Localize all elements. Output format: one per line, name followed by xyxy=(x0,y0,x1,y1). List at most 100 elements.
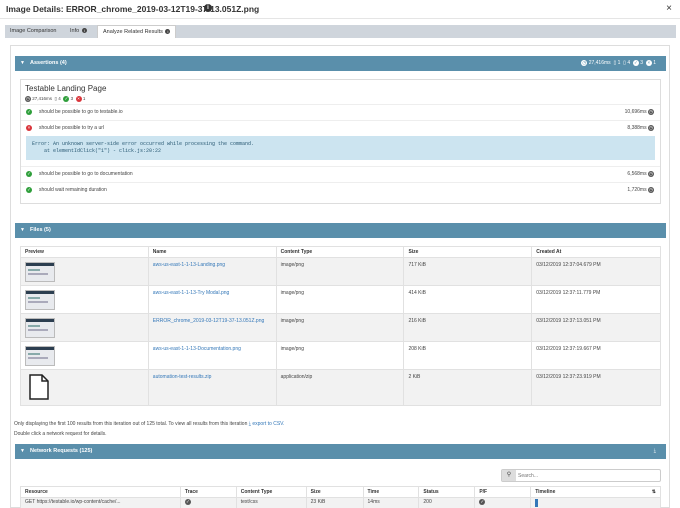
column-header[interactable]: Preview xyxy=(20,246,149,258)
timeline-cell xyxy=(530,497,661,508)
column-header[interactable]: Trace xyxy=(179,486,237,498)
column-header[interactable]: Content Type xyxy=(235,486,307,498)
duration-value: 10,696ms xyxy=(624,109,647,115)
column-header[interactable]: P/F xyxy=(474,486,532,498)
meta-duration: 27,416ms xyxy=(32,96,53,102)
error-line: Error: An unknown server-side error occu… xyxy=(32,141,255,147)
created-cell: 03/12/2019 12:37:19.667 PM xyxy=(531,341,661,370)
assertion-row[interactable]: ✓ should wait remaining duration 1,720ms… xyxy=(21,182,660,196)
time-cell: 14ms xyxy=(362,497,420,508)
file-link[interactable]: ERROR_chrome_2019-03-12T19-37-13.051Z.pn… xyxy=(153,318,264,324)
summary-duration: 27,416ms xyxy=(588,60,611,66)
file-link[interactable]: aws-us-east-1-1-13-Documentation.png xyxy=(153,346,241,352)
column-header[interactable]: Resource xyxy=(20,486,181,498)
close-icon[interactable]: × xyxy=(666,3,672,14)
assertion-text: should be possible to go to testable.io xyxy=(39,109,123,115)
download-icon[interactable]: ⤓ xyxy=(654,444,656,459)
meta-tests: 4 xyxy=(58,96,61,102)
table-row[interactable]: aws-us-east-1-1-13-Landing.png image/png… xyxy=(20,257,661,286)
clock-icon: ◷ xyxy=(648,108,654,115)
table-row[interactable]: aws-us-east-1-1-13-Try Modal.png image/p… xyxy=(20,285,661,314)
column-label: Timeline xyxy=(535,489,556,495)
section-title: Files (5) xyxy=(30,227,51,233)
screenshot-thumbnail[interactable] xyxy=(25,318,55,338)
assertion-duration: 8,388ms ◷ xyxy=(627,121,654,135)
assertions-section-header[interactable]: ▼ Assertions (4) ◷ 27,416ms ▯ 1 ▯ 4 ✓ 3 … xyxy=(15,56,666,71)
check-icon[interactable]: ✓ xyxy=(184,499,191,505)
table-row[interactable]: aws-us-east-1-1-13-Documentation.png ima… xyxy=(20,341,661,370)
clock-icon: ◷ xyxy=(648,186,654,193)
network-section-header[interactable]: ▼ Network Requests (125) ⤓ xyxy=(15,444,666,459)
file-link[interactable]: aws-us-east-1-1-13-Landing.png xyxy=(153,262,225,268)
error-line: at elementIdClick("1") - click.js:20:22 xyxy=(32,148,162,154)
check-icon: ✓ xyxy=(632,59,639,66)
section-title: Assertions (4) xyxy=(30,60,67,66)
files-section-header[interactable]: ▼ Files (5) xyxy=(15,223,666,238)
preview-cell xyxy=(20,257,149,286)
tab-info[interactable]: Info i xyxy=(65,25,92,38)
column-header[interactable]: Created At xyxy=(531,246,661,258)
tab-analyze-related-results[interactable]: Analyze Related Results i xyxy=(97,25,177,38)
preview-cell xyxy=(20,313,149,342)
column-header[interactable]: Size xyxy=(305,486,364,498)
file-icon[interactable] xyxy=(29,374,49,400)
info-icon[interactable]: i xyxy=(204,4,212,12)
screenshot-thumbnail[interactable] xyxy=(25,290,55,310)
search-input[interactable] xyxy=(518,471,658,480)
collapse-triangle-icon: ▼ xyxy=(20,227,25,233)
tab-image-comparison[interactable]: Image Comparison xyxy=(5,25,61,38)
files-table: Preview Name Content Type Size Created A… xyxy=(20,246,661,406)
assertion-duration: 1,720ms ◷ xyxy=(627,183,654,197)
column-header[interactable]: Size xyxy=(403,246,533,258)
network-search: ⚲ xyxy=(501,469,661,482)
size-cell: 414 KiB xyxy=(403,285,533,314)
size-cell: 2 KiB xyxy=(403,369,533,406)
summary-failed: 1 xyxy=(653,60,656,66)
column-header[interactable]: Time xyxy=(362,486,420,498)
clock-icon: ◷ xyxy=(648,170,654,177)
assertion-text: should wait remaining duration xyxy=(39,187,107,193)
duration-value: 8,388ms xyxy=(627,125,647,131)
content-type-cell: image/png xyxy=(275,341,405,370)
assertion-row[interactable]: × should be possible to try a url 8,388m… xyxy=(21,120,660,134)
export-csv-link[interactable]: ⤓ export to CSV. xyxy=(249,421,285,427)
assertions-summary: ◷ 27,416ms ▯ 1 ▯ 4 ✓ 3 × 1 xyxy=(581,56,656,71)
screenshot-thumbnail[interactable] xyxy=(25,262,55,282)
assertion-text: should be possible to go to documentatio… xyxy=(39,171,133,177)
search-icon[interactable]: ⚲ xyxy=(502,470,516,481)
card-meta: ◷ 27,416ms ▯ 4 ✓ 3 × 1 xyxy=(25,96,85,102)
double-click-note: Double click a network request for detai… xyxy=(14,431,107,437)
sort-icon[interactable]: ⇅ xyxy=(652,489,656,495)
created-cell: 03/12/2019 12:37:04.679 PM xyxy=(531,257,661,286)
duration-value: 6,568ms xyxy=(627,171,647,177)
check-icon: ✓ xyxy=(479,499,486,505)
file-link[interactable]: automation-test-results.zip xyxy=(153,374,212,380)
column-header[interactable]: Content Type xyxy=(275,246,405,258)
clock-icon: ◷ xyxy=(581,59,588,66)
column-header[interactable]: Timeline ⇅ xyxy=(530,486,661,498)
duration-value: 1,720ms xyxy=(627,187,647,193)
column-header[interactable]: Status xyxy=(418,486,476,498)
column-header[interactable]: Name xyxy=(147,246,277,258)
table-row[interactable]: automation-test-results.zip application/… xyxy=(20,369,661,406)
check-icon: ✓ xyxy=(26,171,32,177)
assertion-duration: 6,568ms ◷ xyxy=(627,167,654,181)
check-icon: ✓ xyxy=(63,96,70,102)
assertion-row[interactable]: ✓ should be possible to go to documentat… xyxy=(21,166,660,180)
cross-icon: × xyxy=(26,125,32,131)
table-row[interactable]: GET https://testable.io/wp-content/cache… xyxy=(20,497,661,508)
section-title: Network Requests (125) xyxy=(30,448,93,454)
assertion-duration: 10,696ms ◷ xyxy=(625,105,654,119)
assertion-row[interactable]: ✓ should be possible to go to testable.i… xyxy=(21,104,660,118)
dialog-title: Image Details: ERROR_chrome_2019-03-12T1… xyxy=(6,4,260,14)
file-name-cell: aws-us-east-1-1-13-Documentation.png xyxy=(147,341,277,370)
export-link-text: export to CSV. xyxy=(252,421,285,427)
tab-label: Info xyxy=(70,28,80,34)
network-table: Resource Trace Content Type Size Time St… xyxy=(20,486,661,508)
file-name-cell: ERROR_chrome_2019-03-12T19-37-13.051Z.pn… xyxy=(147,313,277,342)
content-type-cell: text/css xyxy=(235,497,307,508)
screenshot-thumbnail[interactable] xyxy=(25,346,55,366)
table-row[interactable]: ERROR_chrome_2019-03-12T19-37-13.051Z.pn… xyxy=(20,313,661,342)
collapse-triangle-icon: ▼ xyxy=(20,60,25,66)
file-link[interactable]: aws-us-east-1-1-13-Try Modal.png xyxy=(153,290,230,296)
